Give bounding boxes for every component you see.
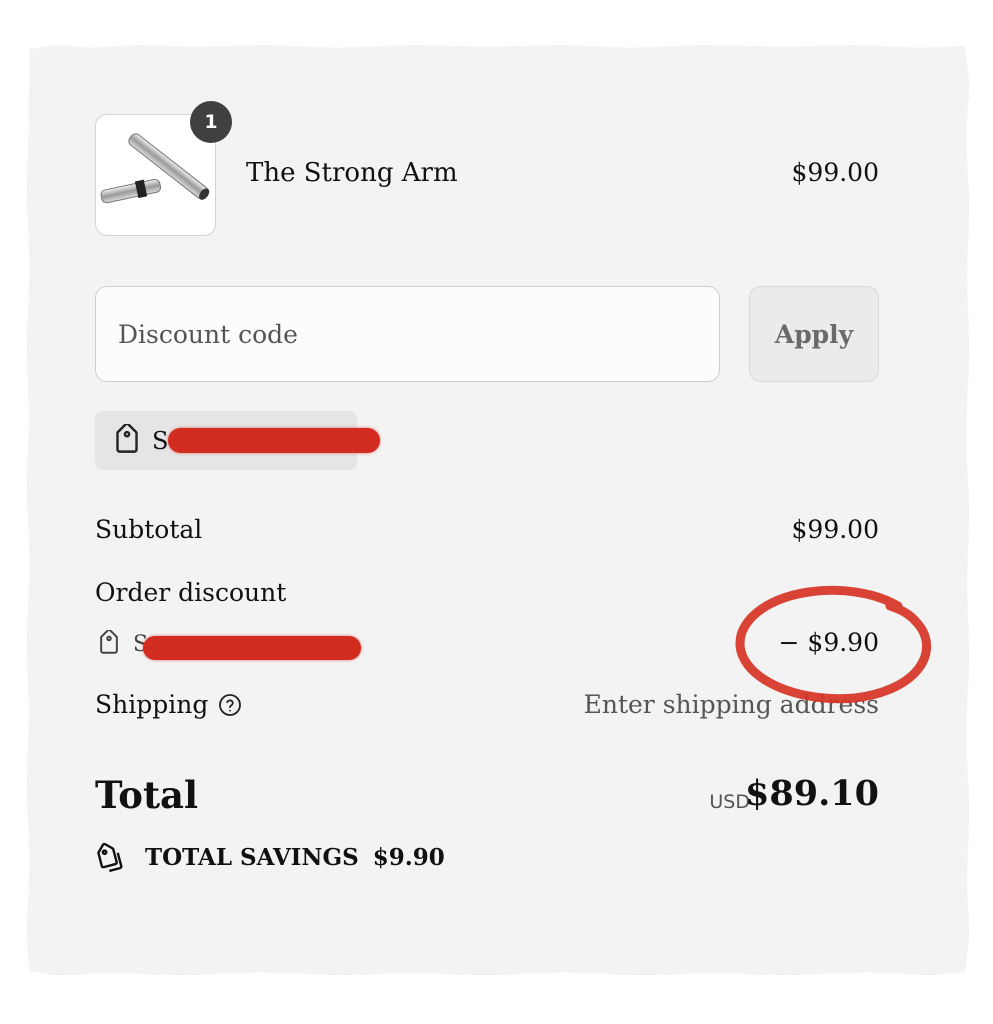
quantity-badge: 1 [190, 101, 232, 143]
subtotal-value: $99.00 [791, 515, 879, 544]
help-icon[interactable] [218, 693, 242, 717]
total-savings-label: TOTAL SAVINGS [145, 843, 359, 871]
apply-button[interactable]: Apply [749, 286, 879, 382]
savings-tag-icon [95, 842, 131, 872]
total-label: Total [95, 773, 199, 817]
product-price: $99.00 [791, 158, 879, 187]
order-discount-label: Order discount [95, 578, 287, 607]
total-value: $89.10 [745, 773, 879, 814]
shipping-label-row: Shipping [95, 690, 242, 719]
discount-code-row: S [95, 630, 148, 658]
shipping-label: Shipping [95, 690, 209, 719]
tag-icon [95, 630, 123, 658]
redaction-mark [143, 636, 361, 660]
applied-code-text: S [152, 426, 169, 455]
redaction-mark [168, 428, 380, 453]
total-savings-value: $9.90 [372, 843, 445, 871]
discount-code-input[interactable] [95, 286, 720, 382]
subtotal-label: Subtotal [95, 515, 203, 544]
total-currency: USD [709, 791, 750, 813]
annotation-circle [735, 585, 931, 704]
product-name: The Strong Arm [246, 158, 458, 188]
total-savings-row: TOTAL SAVINGS $9.90 [95, 842, 445, 872]
tag-icon [110, 423, 144, 458]
